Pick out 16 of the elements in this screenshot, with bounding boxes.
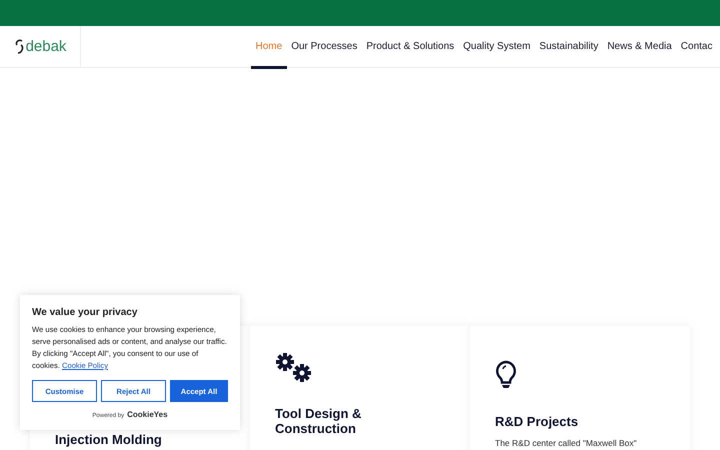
nav-link[interactable]: Our Processes [286, 26, 362, 67]
nav-link[interactable]: Quality System [458, 26, 535, 67]
card-text: The R&D center called "Maxwell Box" [495, 438, 638, 448]
card-title: R&D Projects [495, 414, 580, 429]
logo-text[interactable]: debak [26, 39, 66, 54]
nav-link[interactable]: Sustainability [534, 26, 603, 67]
card-title: Tool Design & Construction [275, 406, 362, 436]
lightbulb-icon [495, 360, 517, 390]
brand-name: CookieYes [127, 410, 168, 419]
nav-link[interactable]: Product & Solutions [362, 26, 459, 67]
nav-link[interactable]: Contac [676, 26, 717, 67]
gears-icon [275, 352, 313, 384]
card-title: Injection Molding [55, 432, 163, 447]
logo-icon [14, 38, 24, 54]
nav-link[interactable]: News & Media [602, 26, 676, 67]
banner-title: We value your privacy [32, 307, 138, 318]
